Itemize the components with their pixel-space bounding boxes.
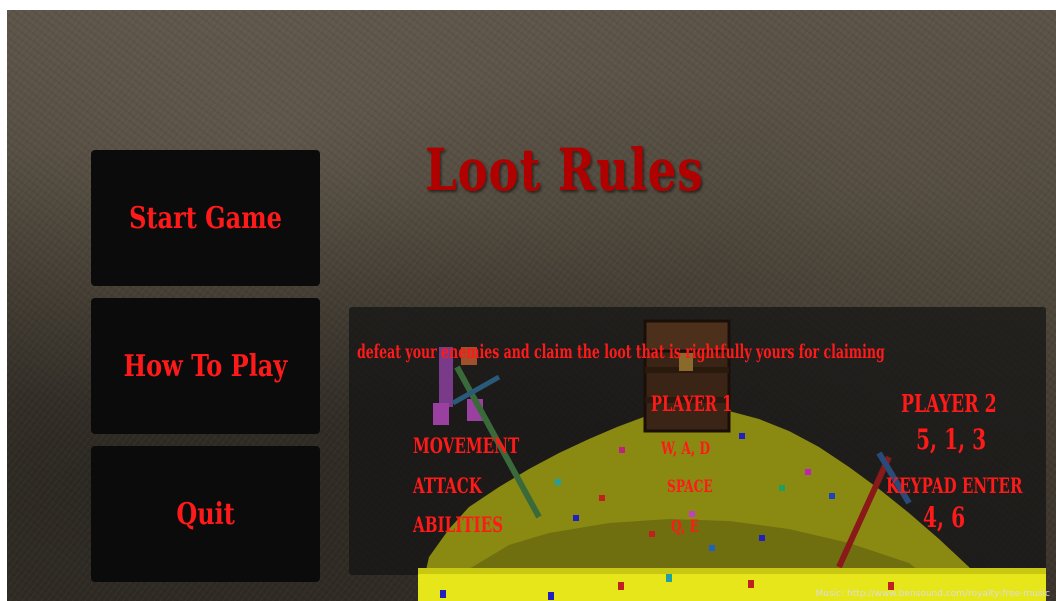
music-credit: Music: http://www.bensound.com/royalty-f… bbox=[815, 589, 1050, 599]
start-game-button[interactable]: Start Game bbox=[91, 150, 320, 286]
player2-movement-keys: 5, 1, 3 bbox=[916, 423, 987, 456]
game-screen: Loot Rules Start Game How To Play Quit d… bbox=[7, 10, 1056, 601]
player1-attack-key: SPACE bbox=[667, 477, 713, 497]
quit-button[interactable]: Quit bbox=[91, 446, 320, 582]
how-to-play-label: How To Play bbox=[123, 348, 288, 384]
quit-label: Quit bbox=[176, 496, 235, 532]
player1-movement-keys: W, A, D bbox=[661, 439, 711, 459]
game-title: Loot Rules bbox=[425, 136, 704, 204]
how-to-play-button[interactable]: How To Play bbox=[91, 298, 320, 434]
player2-ability-keys: 4, 6 bbox=[923, 501, 966, 534]
how-to-play-panel: defeat your enemies and claim the loot t… bbox=[349, 307, 1046, 575]
player1-header: PLAYER 1 bbox=[651, 391, 733, 416]
start-game-label: Start Game bbox=[129, 200, 282, 236]
movement-label: MOVEMENT bbox=[413, 433, 520, 458]
abilities-label: ABILITIES bbox=[413, 512, 504, 537]
rules-tagline: defeat your enemies and claim the loot t… bbox=[357, 341, 885, 363]
player2-attack-key: KEYPAD ENTER bbox=[886, 473, 1023, 498]
player1-ability-keys: Q, E bbox=[671, 517, 699, 537]
attack-label: ATTACK bbox=[413, 473, 482, 498]
player2-header: PLAYER 2 bbox=[901, 389, 997, 418]
